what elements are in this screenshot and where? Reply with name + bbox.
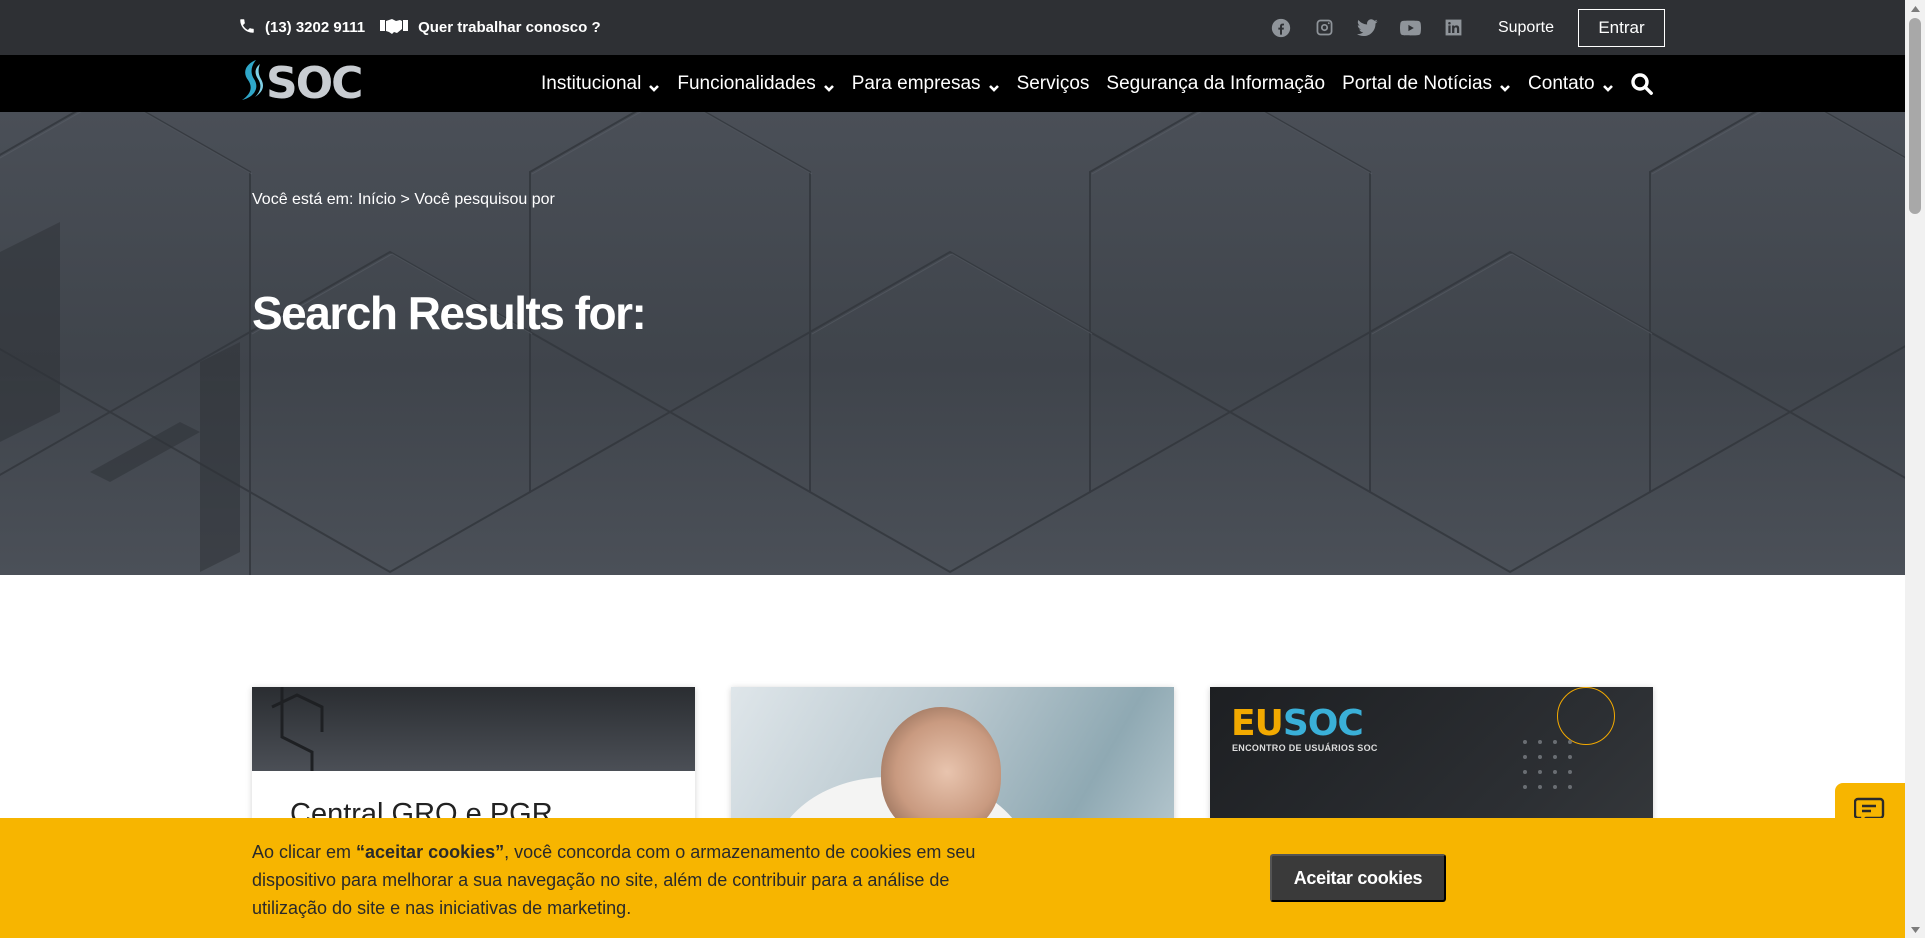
phone-icon xyxy=(238,17,256,39)
nav-item-contato[interactable]: Contato xyxy=(1528,73,1614,95)
main-navigation: SOC Institucional Funcionalidades Para e… xyxy=(0,55,1905,112)
cookie-text-pre: Ao clicar em xyxy=(252,842,357,862)
hexagon-pattern-background xyxy=(0,112,1905,575)
cookie-banner: Ao clicar em “aceitar cookies”, você con… xyxy=(0,818,1905,938)
main-menu: Institucional Funcionalidades Para empre… xyxy=(541,55,1614,112)
page-scrollbar[interactable] xyxy=(1905,0,1925,938)
eusoc-subtitle: ENCONTRO DE USUÁRIOS SOC xyxy=(1232,743,1378,753)
search-icon[interactable] xyxy=(1630,72,1654,101)
nav-item-portal-noticias[interactable]: Portal de Notícias xyxy=(1342,73,1511,95)
scrollbar-thumb[interactable] xyxy=(1909,18,1921,214)
support-link[interactable]: Suporte xyxy=(1498,19,1554,37)
eusoc-logo-soc: SOC xyxy=(1282,703,1364,744)
chevron-down-icon xyxy=(988,78,1000,92)
nav-item-servicos[interactable]: Serviços xyxy=(1017,73,1090,95)
login-button[interactable]: Entrar xyxy=(1578,8,1665,47)
soc-logo[interactable]: SOC xyxy=(238,57,363,109)
nav-item-label: Contato xyxy=(1528,72,1595,94)
eusoc-logo-eu: EU xyxy=(1231,703,1284,744)
decorative-dots xyxy=(1523,740,1572,789)
nav-item-funcionalidades[interactable]: Funcionalidades xyxy=(677,73,834,95)
nav-item-label: Institucional xyxy=(541,72,642,94)
nav-item-label: Portal de Notícias xyxy=(1342,72,1493,94)
chevron-down-icon xyxy=(823,78,835,92)
page-title: Search Results for: xyxy=(252,287,647,339)
eusoc-logo: EUSOC xyxy=(1231,703,1364,744)
cookie-text-bold: “aceitar cookies” xyxy=(356,842,505,862)
social-links xyxy=(1271,17,1464,38)
nav-item-label: Segurança da Informação xyxy=(1106,72,1326,94)
nav-item-para-empresas[interactable]: Para empresas xyxy=(852,73,1000,95)
nav-item-seguranca[interactable]: Segurança da Informação xyxy=(1106,73,1325,95)
phone-link[interactable]: (13) 3202 9111 xyxy=(238,17,365,39)
scroll-up-arrow-icon[interactable] xyxy=(1905,0,1925,17)
nav-item-label: Serviços xyxy=(1016,72,1090,94)
accept-cookies-button[interactable]: Aceitar cookies xyxy=(1270,854,1446,902)
linkedin-icon[interactable] xyxy=(1443,17,1464,38)
careers-link[interactable]: Quer trabalhar conosco ? xyxy=(379,17,601,39)
soc-logo-mark-icon xyxy=(238,58,264,109)
soc-logo-text: SOC xyxy=(266,57,363,109)
top-bar: (13) 3202 9111 Quer trabalhar conosco ? xyxy=(0,0,1905,55)
chevron-down-icon xyxy=(648,78,660,92)
nav-item-label: Funcionalidades xyxy=(677,72,816,94)
contact-info: (13) 3202 9111 Quer trabalhar conosco ? xyxy=(238,0,601,55)
facebook-icon[interactable] xyxy=(1271,17,1292,38)
chevron-down-icon xyxy=(1602,78,1614,92)
handshake-icon xyxy=(379,17,409,39)
nav-item-institucional[interactable]: Institucional xyxy=(541,73,660,95)
breadcrumb: Você está em: Início > Você pesquisou po… xyxy=(252,191,555,208)
careers-label: Quer trabalhar conosco ? xyxy=(418,19,601,36)
youtube-icon[interactable] xyxy=(1399,17,1421,38)
cookie-message: Ao clicar em “aceitar cookies”, você con… xyxy=(252,838,1012,922)
card-thumbnail xyxy=(252,687,695,771)
hero-banner: Você está em: Início > Você pesquisou po… xyxy=(0,112,1905,575)
instagram-icon[interactable] xyxy=(1314,17,1335,38)
twitter-icon[interactable] xyxy=(1356,17,1378,38)
phone-number: (13) 3202 9111 xyxy=(265,19,366,36)
nav-item-label: Para empresas xyxy=(851,72,981,94)
chevron-down-icon xyxy=(1499,78,1511,92)
scroll-down-arrow-icon[interactable] xyxy=(1905,921,1925,938)
